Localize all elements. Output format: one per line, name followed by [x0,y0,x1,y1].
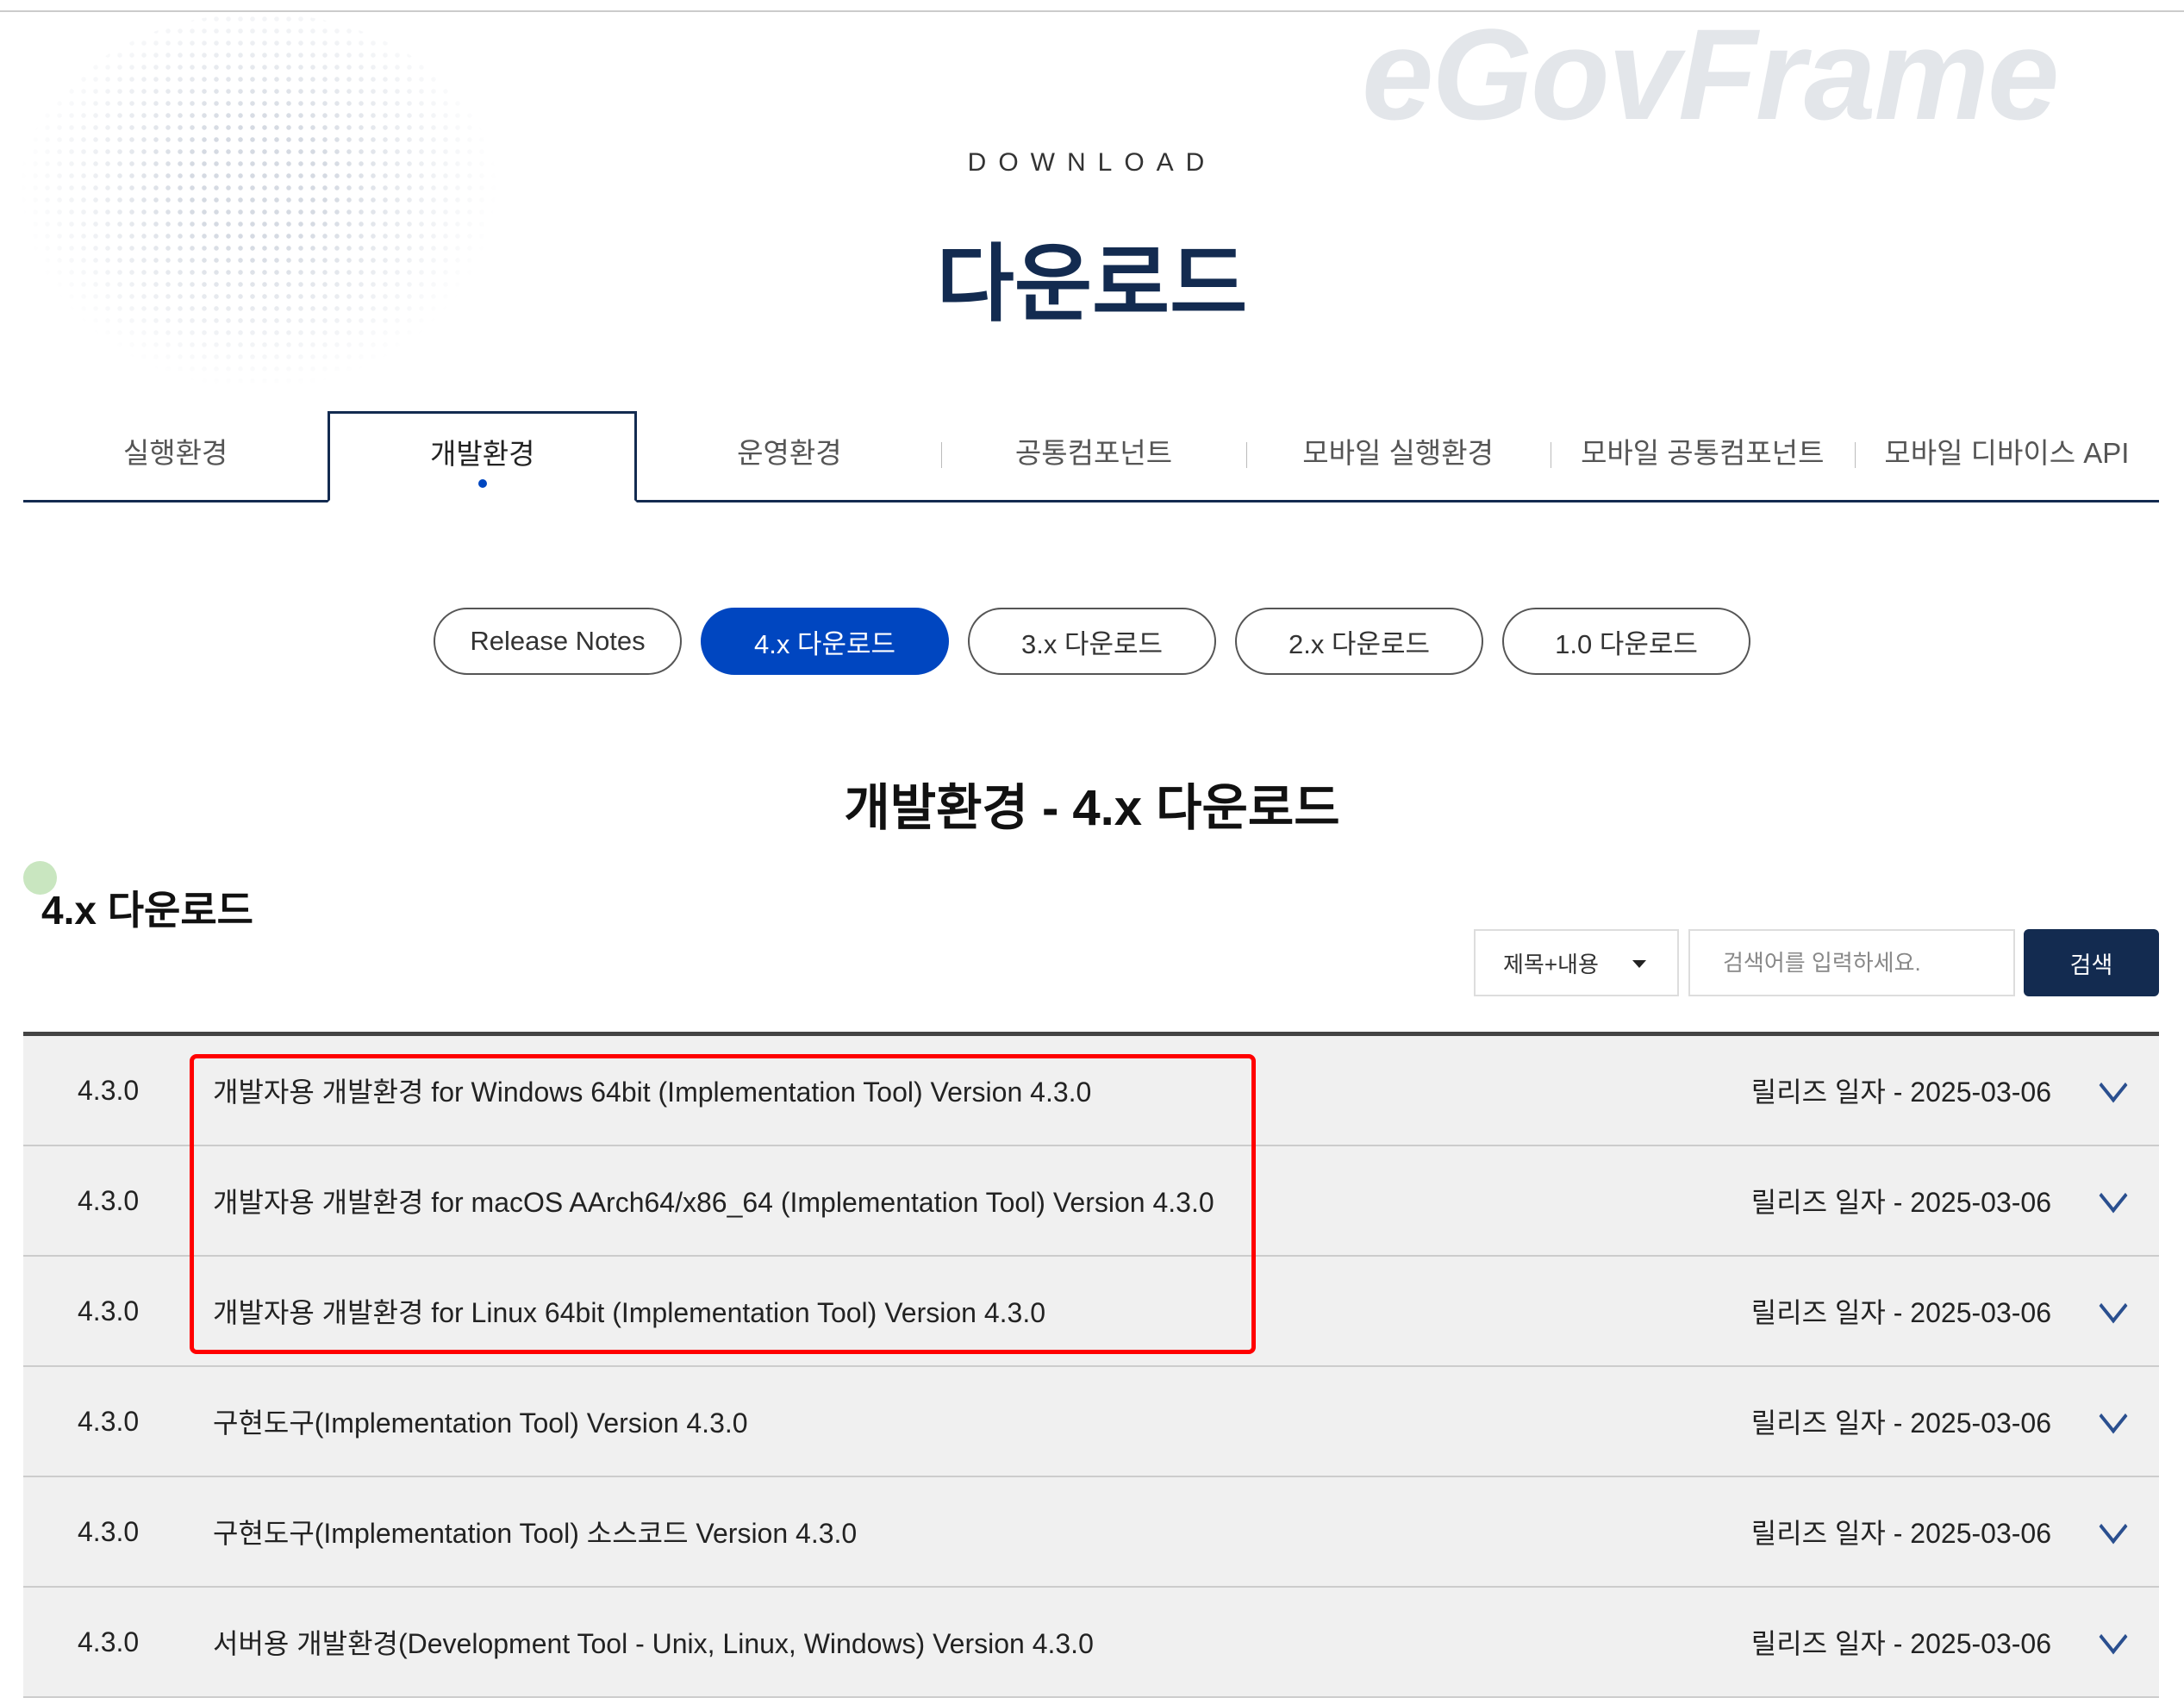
item-title[interactable]: 개발자용 개발환경 for Windows 64bit (Implementat… [213,1070,1091,1110]
release-date: 릴리즈 일자 - 2025-03-06 [1750,1077,2051,1108]
chevron-down-icon[interactable] [2099,1177,2128,1214]
search-field-select[interactable]: 제목+내용 [1474,929,1679,996]
section-heading: 개발환경 - 4.x 다운로드 [844,780,1340,836]
search-button[interactable]: 검색 [2024,929,2159,996]
list-item[interactable]: 4.3.0 구현도구(Implementation Tool) 소스코드 Vers… [23,1477,2159,1588]
download-list: 4.3.0 개발자용 개발환경 for Windows 64bit (Implem… [23,1032,2159,1698]
list-item[interactable]: 4.3.0 구현도구(Implementation Tool) Version 4… [23,1367,2159,1477]
version: 4.3.0 [78,1405,140,1437]
version: 4.3.0 [78,1295,140,1326]
caret-down-icon [1632,960,1646,968]
chevron-down-icon[interactable] [2099,1398,2128,1434]
chevron-down-icon[interactable] [2099,1288,2128,1324]
list-item[interactable]: 4.3.0 개발자용 개발환경 for macOS AArch64/x86_64 … [23,1146,2159,1257]
tab-label: 운영환경 [737,436,842,469]
item-title[interactable]: 구현도구(Implementation Tool) 소스코드 Version 4… [213,1512,857,1551]
version-pill-nav: Release Notes 4.x 다운로드 3.x 다운로드 2.x 다운로드 1.0… [0,608,2184,675]
list-title: 4.x 다운로드 [41,888,254,933]
tab-label: 모바일 실행환경 [1302,436,1494,469]
pill-button-3[interactable]: 3.x 다운로드 [968,608,1216,675]
release-date: 릴리즈 일자 - 2025-03-06 [1750,1518,2051,1549]
tab-6[interactable]: 모바일 공통컴포넌트 [1550,411,1855,500]
version: 4.3.0 [78,1626,140,1657]
release-date: 릴리즈 일자 - 2025-03-06 [1750,1408,2051,1439]
pill-button-1[interactable]: Release Notes [434,608,682,675]
chevron-down-icon[interactable] [2099,1619,2128,1655]
pill-button-5[interactable]: 1.0 다운로드 [1502,608,1750,675]
tab-label: 모바일 공통컴포넌트 [1581,436,1825,469]
active-dot-icon [477,479,487,488]
tab-7[interactable]: 모바일 디바이스 API [1854,411,2159,500]
release-date: 릴리즈 일자 - 2025-03-06 [1750,1297,2051,1328]
tab-1[interactable]: 실행환경 [23,411,328,500]
category-tabs: 실행환경 개발환경 운영환경 공통컴포넌트 모바일 실행환경 모바일 공통컴포넌트 모바일 … [23,411,2159,502]
item-title[interactable]: 서버용 개발환경(Development Tool - Unix, Linux,… [213,1622,1094,1662]
chevron-down-icon[interactable] [2099,1067,2128,1103]
item-title[interactable]: 구현도구(Implementation Tool) Version 4.3.0 [213,1401,748,1441]
page-title: 다운로드 [936,236,1248,331]
chevron-down-icon[interactable] [2099,1508,2128,1545]
search-input[interactable] [1688,929,2015,996]
list-item[interactable]: 4.3.0 개발자용 개발환경 for Linux 64bit (Implemen… [23,1257,2159,1367]
list-item[interactable]: 4.3.0 서버용 개발환경(Development Tool - Unix, L… [23,1588,2159,1698]
version: 4.3.0 [78,1074,140,1106]
release-date: 릴리즈 일자 - 2025-03-06 [1750,1187,2051,1218]
pill-button-2[interactable]: 4.x 다운로드 [701,608,949,675]
tab-label: 공통컴포넌트 [1014,436,1173,469]
select-value: 제목+내용 [1503,951,1599,977]
pill-button-4[interactable]: 2.x 다운로드 [1235,608,1483,675]
item-title[interactable]: 개발자용 개발환경 for Linux 64bit (Implementatio… [213,1291,1045,1331]
version: 4.3.0 [78,1515,140,1547]
tab-3[interactable]: 운영환경 [637,411,941,500]
tab-4[interactable]: 공통컴포넌트 [941,411,1245,500]
item-title[interactable]: 개발자용 개발환경 for macOS AArch64/x86_64 (Impl… [213,1181,1214,1220]
tab-label: 실행환경 [122,436,228,469]
tab-5[interactable]: 모바일 실행환경 [1245,411,1551,500]
list-item[interactable]: 4.3.0 개발자용 개발환경 for Windows 64bit (Implem… [23,1036,2159,1146]
page-eyebrow: DOWNLOAD [967,148,1217,177]
release-date: 릴리즈 일자 - 2025-03-06 [1750,1628,2051,1659]
version: 4.3.0 [78,1184,140,1216]
egovframe-watermark-logo: eGovFrame [1362,2,2059,147]
tab-label: 개발환경 [429,438,535,470]
tab-2[interactable]: 개발환경 [328,411,638,502]
tab-label: 모바일 디바이스 API [1884,436,2130,469]
